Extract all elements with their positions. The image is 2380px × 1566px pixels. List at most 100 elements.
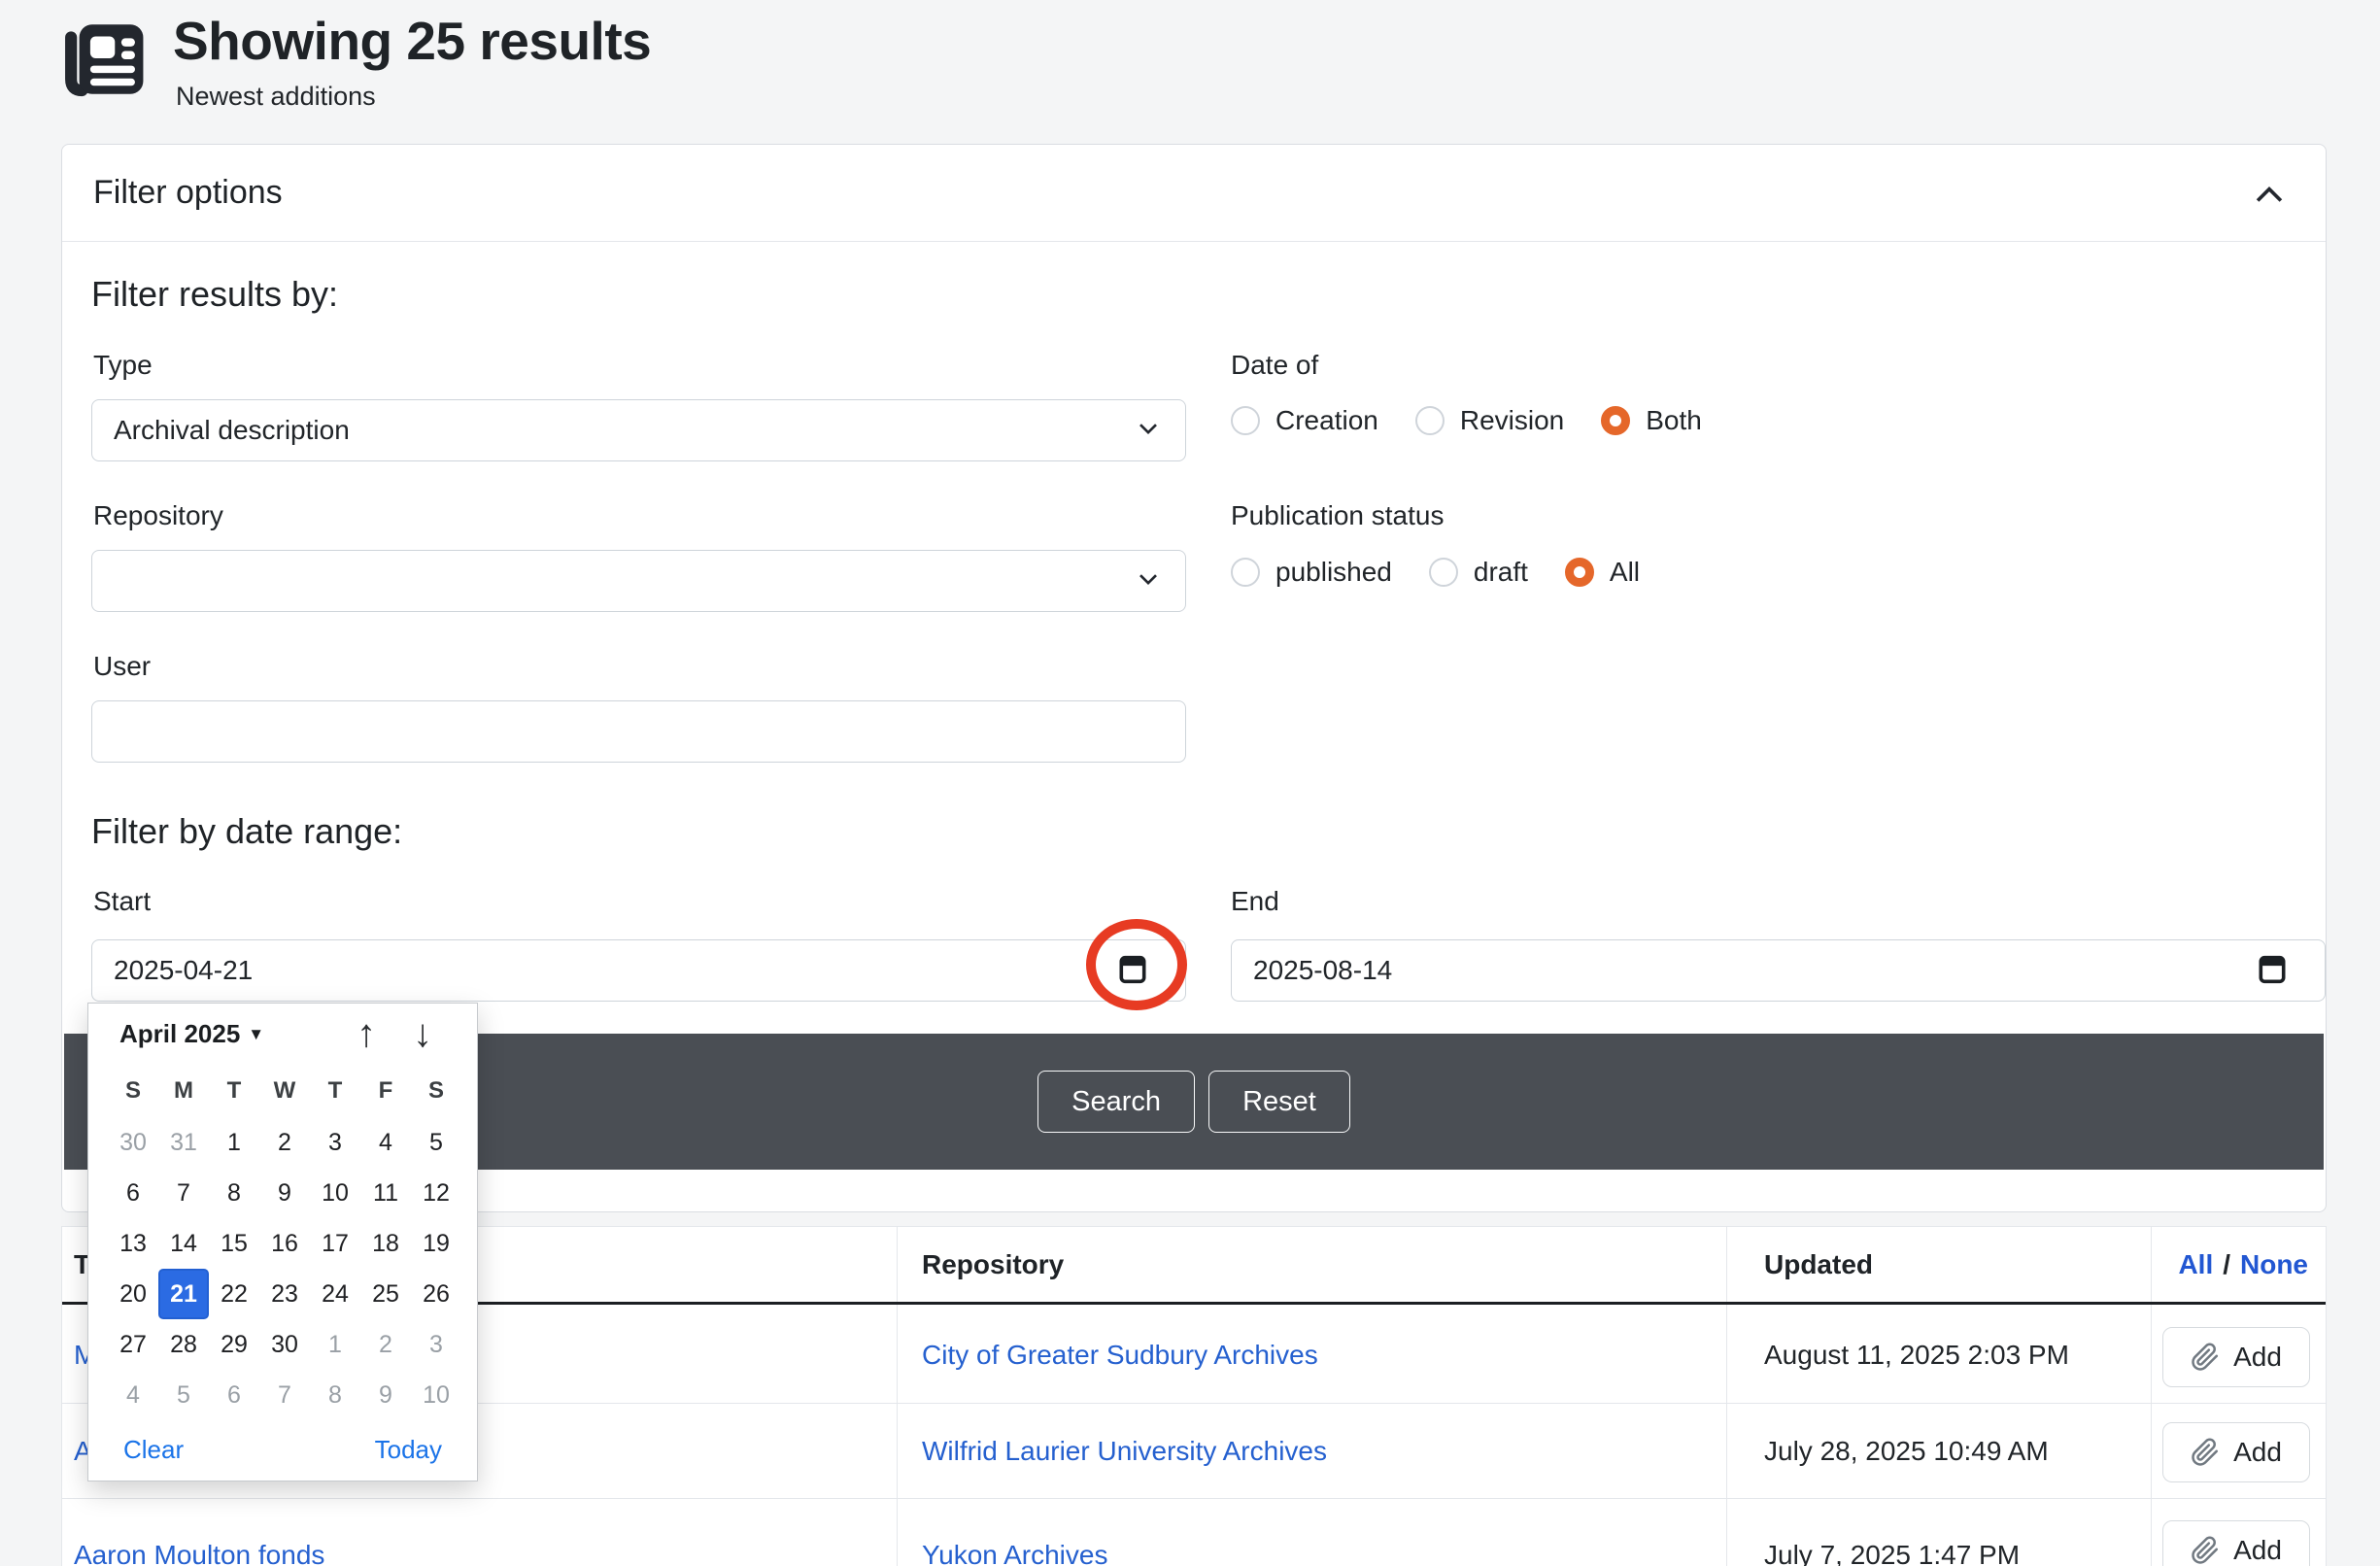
radio-all-label: All (1610, 557, 1640, 588)
calendar-weekday: T (310, 1077, 360, 1105)
calendar-day[interactable]: 7 (158, 1168, 209, 1218)
calendar-day[interactable]: 26 (411, 1269, 461, 1319)
calendar-day[interactable]: 1 (310, 1319, 360, 1370)
radio-draft-circle[interactable] (1429, 558, 1458, 587)
row-repository-link[interactable]: Wilfrid Laurier University Archives (922, 1436, 1327, 1467)
calendar-day[interactable]: 6 (209, 1370, 259, 1420)
user-label: User (93, 651, 151, 682)
radio-published-circle[interactable] (1231, 558, 1260, 587)
calendar-day[interactable]: 2 (259, 1117, 310, 1168)
calendar-day[interactable]: 3 (411, 1319, 461, 1370)
date-of-radio-group: Creation Revision Both (1231, 405, 1702, 436)
calendar-day[interactable]: 12 (411, 1168, 461, 1218)
calendar-day[interactable]: 6 (108, 1168, 158, 1218)
add-to-clipboard-button[interactable]: Add (2162, 1327, 2310, 1387)
calendar-day[interactable]: 28 (158, 1319, 209, 1370)
previous-month-arrow-icon[interactable]: ↑ (357, 1011, 376, 1056)
calendar-day[interactable]: 13 (108, 1218, 158, 1269)
chevron-down-icon (1133, 413, 1164, 449)
select-all-link[interactable]: All (2178, 1249, 2213, 1280)
calendar-clear-link[interactable]: Clear (123, 1435, 184, 1465)
calendar-day[interactable]: 20 (108, 1269, 158, 1319)
calendar-day[interactable]: 11 (360, 1168, 411, 1218)
row-repository-link[interactable]: Yukon Archives (922, 1540, 1107, 1566)
start-date-input[interactable]: 2025-04-21 (91, 939, 1186, 1002)
type-label: Type (93, 350, 153, 381)
calendar-day[interactable]: 5 (411, 1117, 461, 1168)
add-to-clipboard-button[interactable]: Add (2162, 1520, 2310, 1566)
add-button-label: Add (2233, 1437, 2282, 1468)
calendar-day[interactable]: 16 (259, 1218, 310, 1269)
calendar-day[interactable]: 8 (310, 1370, 360, 1420)
calendar-day[interactable]: 10 (310, 1168, 360, 1218)
calendar-day[interactable]: 29 (209, 1319, 259, 1370)
dropdown-triangle-icon: ▼ (248, 1025, 264, 1043)
radio-published[interactable]: published (1231, 557, 1392, 588)
calendar-today-link[interactable]: Today (375, 1435, 442, 1465)
calendar-day[interactable]: 14 (158, 1218, 209, 1269)
calendar-day-selected[interactable]: 21 (158, 1269, 209, 1319)
calendar-day[interactable]: 7 (259, 1370, 310, 1420)
repository-select[interactable] (91, 550, 1186, 612)
calendar-day[interactable]: 19 (411, 1218, 461, 1269)
filter-panel-header[interactable]: Filter options (62, 145, 2326, 242)
calendar-day[interactable]: 15 (209, 1218, 259, 1269)
calendar-day[interactable]: 9 (360, 1370, 411, 1420)
end-date-input[interactable]: 2025-08-14 (1231, 939, 2326, 1002)
calendar-day[interactable]: 5 (158, 1370, 209, 1420)
start-date-calendar-icon[interactable] (1115, 950, 1150, 992)
row-title-link[interactable]: Aaron Moulton fonds (74, 1540, 324, 1566)
calendar-day[interactable]: 30 (108, 1117, 158, 1168)
radio-revision[interactable]: Revision (1415, 405, 1564, 436)
radio-draft[interactable]: draft (1429, 557, 1528, 588)
next-month-arrow-icon[interactable]: ↓ (413, 1011, 432, 1056)
calendar-day[interactable]: 22 (209, 1269, 259, 1319)
radio-creation[interactable]: Creation (1231, 405, 1378, 436)
calendar-day[interactable]: 27 (108, 1319, 158, 1370)
calendar-day[interactable]: 23 (259, 1269, 310, 1319)
radio-all-circle-selected[interactable] (1565, 558, 1594, 587)
radio-creation-circle[interactable] (1231, 406, 1260, 435)
chevron-up-icon[interactable] (2248, 174, 2291, 217)
calendar-day[interactable]: 18 (360, 1218, 411, 1269)
end-date-calendar-icon[interactable] (2255, 950, 2290, 992)
user-input[interactable] (91, 700, 1186, 763)
select-none-link[interactable]: None (2240, 1249, 2308, 1280)
calendar-weekday: S (108, 1077, 158, 1105)
calendar-day[interactable]: 17 (310, 1218, 360, 1269)
calendar-day[interactable]: 10 (411, 1370, 461, 1420)
calendar-day[interactable]: 3 (310, 1117, 360, 1168)
calendar-weekday: M (158, 1077, 209, 1105)
paperclip-icon (2191, 1438, 2220, 1467)
radio-draft-label: draft (1474, 557, 1528, 588)
radio-revision-circle[interactable] (1415, 406, 1445, 435)
start-date-value: 2025-04-21 (114, 955, 253, 986)
filter-panel-title: Filter options (93, 174, 283, 212)
reset-button[interactable]: Reset (1208, 1071, 1350, 1133)
type-select-value: Archival description (114, 415, 350, 446)
calendar-weekday: T (209, 1077, 259, 1105)
calendar-day[interactable]: 30 (259, 1319, 310, 1370)
calendar-day[interactable]: 1 (209, 1117, 259, 1168)
calendar-day[interactable]: 25 (360, 1269, 411, 1319)
row-updated: August 11, 2025 2:03 PM (1764, 1340, 2069, 1371)
calendar-day[interactable]: 4 (360, 1117, 411, 1168)
calendar-day[interactable]: 31 (158, 1117, 209, 1168)
type-select[interactable]: Archival description (91, 399, 1186, 461)
calendar-day[interactable]: 9 (259, 1168, 310, 1218)
radio-all[interactable]: All (1565, 557, 1640, 588)
radio-both[interactable]: Both (1601, 405, 1702, 436)
table-row: Aaron Moulton fonds Yukon Archives July … (62, 1499, 2326, 1566)
search-button[interactable]: Search (1037, 1071, 1195, 1133)
filter-results-heading: Filter results by: (91, 274, 338, 315)
calendar-day[interactable]: 2 (360, 1319, 411, 1370)
page-title: Showing 25 results (173, 10, 651, 72)
calendar-day[interactable]: 4 (108, 1370, 158, 1420)
page-subtitle: Newest additions (176, 82, 376, 112)
radio-both-circle-selected[interactable] (1601, 406, 1630, 435)
calendar-month-selector[interactable]: April 2025▼ (119, 1019, 264, 1049)
row-repository-link[interactable]: City of Greater Sudbury Archives (922, 1340, 1318, 1371)
calendar-day[interactable]: 24 (310, 1269, 360, 1319)
add-to-clipboard-button[interactable]: Add (2162, 1422, 2310, 1482)
calendar-day[interactable]: 8 (209, 1168, 259, 1218)
